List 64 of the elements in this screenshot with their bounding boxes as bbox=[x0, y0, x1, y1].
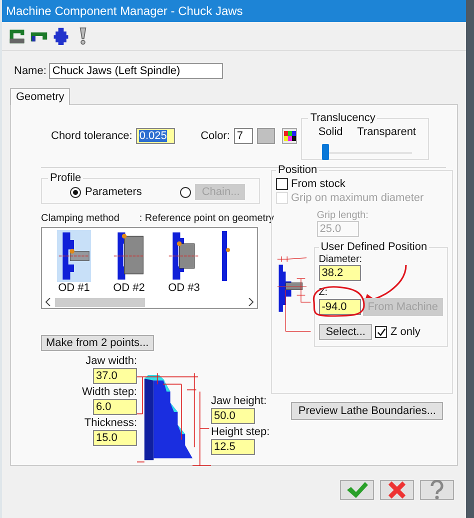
jaw-field-label: Jaw height: bbox=[211, 395, 267, 407]
chuck-jaw-drawing bbox=[167, 230, 201, 282]
profile-title: Profile bbox=[49, 172, 82, 184]
jaw-field-label: Thickness: bbox=[84, 417, 137, 429]
jaw-field[interactable]: 6.0 bbox=[93, 399, 137, 415]
color-label: Color: bbox=[200, 130, 230, 142]
close-icon bbox=[388, 481, 406, 499]
chuck-jaw-drawing bbox=[222, 230, 230, 282]
preview-lathe-boundaries-button[interactable]: Preview Lathe Boundaries... bbox=[291, 402, 443, 420]
reference-point-legend: : Reference point on geometry bbox=[139, 213, 274, 224]
clamping-option[interactable]: OD #3 bbox=[167, 230, 201, 296]
scroll-right-icon[interactable] bbox=[248, 298, 254, 306]
scroll-left-icon[interactable] bbox=[45, 298, 51, 306]
question-mark-icon bbox=[430, 480, 444, 500]
clamping-option-label: OD #3 bbox=[168, 282, 200, 294]
chuck-jaw-drawing bbox=[57, 230, 91, 282]
checkbox[interactable] bbox=[375, 326, 388, 338]
translucency-title: Translucency bbox=[309, 112, 376, 124]
clamping-option-label: OD #1 bbox=[58, 282, 90, 294]
parameters-label: Parameters bbox=[85, 186, 142, 198]
clamping-method-label: Clamping method bbox=[41, 213, 120, 224]
jaw-field[interactable]: 37.0 bbox=[93, 368, 137, 384]
z-field[interactable]: -94.0 bbox=[318, 299, 361, 315]
geometry-tab[interactable]: Geometry bbox=[10, 88, 70, 105]
name-label: Name: bbox=[14, 65, 46, 77]
chuck-icon[interactable] bbox=[52, 27, 70, 45]
jaw-shape-icon[interactable] bbox=[8, 27, 26, 45]
solid-label: Solid bbox=[318, 126, 343, 138]
checkbox-label: Z only bbox=[390, 326, 420, 338]
radio-button[interactable] bbox=[70, 186, 81, 198]
jaw-field[interactable]: 15.0 bbox=[93, 430, 137, 446]
jaw-field-label: Width step: bbox=[82, 386, 137, 398]
window-title: Machine Component Manager - Chuck Jaws bbox=[2, 0, 466, 22]
diameter-field[interactable]: 38.2 bbox=[318, 265, 361, 281]
select-button[interactable]: Select... bbox=[318, 324, 372, 340]
ok-button[interactable] bbox=[340, 480, 374, 500]
checkmark-icon bbox=[346, 481, 368, 499]
clamping-option[interactable]: OD #1 bbox=[57, 230, 91, 296]
position-title: Position bbox=[277, 164, 318, 176]
grip-length-label: Grip length: bbox=[316, 210, 368, 221]
chuck-jaw-drawing bbox=[112, 230, 146, 282]
clamping-option-label: OD #2 bbox=[113, 282, 145, 294]
user-defined-position-title: User Defined Position bbox=[320, 241, 428, 253]
transparent-label: Transparent bbox=[357, 126, 416, 138]
name-field[interactable]: Chuck Jaws (Left Spindle) bbox=[49, 63, 224, 79]
help-button[interactable] bbox=[420, 480, 454, 500]
color-swatch bbox=[257, 128, 275, 144]
jaw-field[interactable]: 12.5 bbox=[211, 439, 255, 455]
cancel-button[interactable] bbox=[380, 480, 414, 500]
palette-button[interactable] bbox=[282, 128, 298, 144]
checkbox-label: From stock bbox=[291, 178, 346, 190]
translucency-slider[interactable] bbox=[322, 144, 412, 160]
slider-thumb[interactable] bbox=[322, 144, 330, 160]
clamping-option[interactable]: OD #2 bbox=[112, 230, 146, 296]
chord-tolerance-label: Chord tolerance: bbox=[51, 130, 132, 142]
jaw-field[interactable]: 50.0 bbox=[211, 408, 255, 424]
jaw-field-label: Height step: bbox=[211, 426, 270, 438]
checkbox[interactable] bbox=[276, 178, 288, 190]
chord-tolerance-field[interactable]: 0.025 bbox=[136, 128, 175, 144]
color-field[interactable]: 7 bbox=[234, 128, 254, 144]
jaw-field-label: Jaw width: bbox=[86, 355, 137, 367]
make-from-2-points-button[interactable]: Make from 2 points... bbox=[41, 335, 154, 351]
diameter-label: Diameter: bbox=[318, 254, 362, 265]
checkbox-label: Grip on maximum diameter bbox=[291, 192, 424, 204]
